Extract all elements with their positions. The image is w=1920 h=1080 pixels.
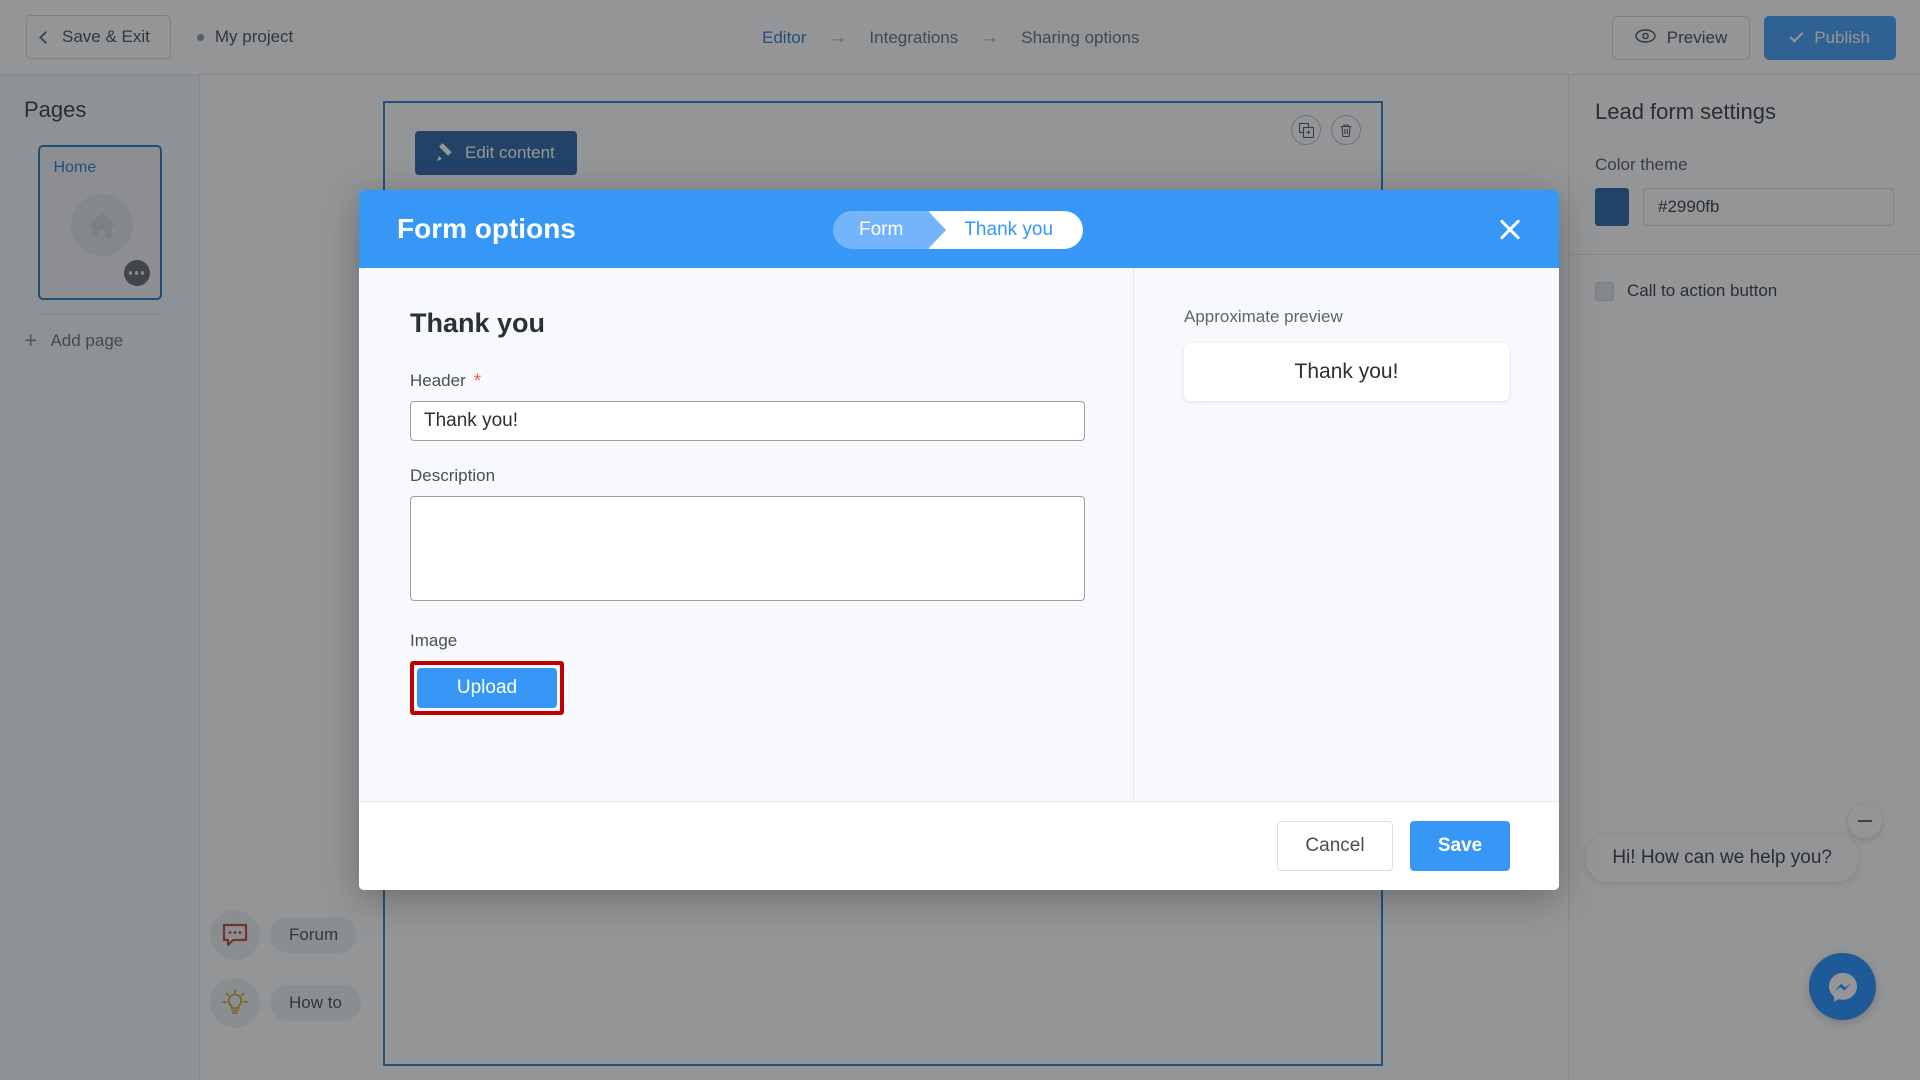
form-column: Thank you Header * Description Image xyxy=(359,268,1134,801)
upload-highlight: Upload xyxy=(410,661,564,715)
image-field-label: Image xyxy=(410,631,1133,651)
upload-button[interactable]: Upload xyxy=(417,668,557,708)
header-label-text: Header xyxy=(410,371,466,390)
modal-body: Thank you Header * Description Image xyxy=(359,268,1559,802)
close-icon[interactable] xyxy=(1495,214,1525,244)
modal-footer: Cancel Save xyxy=(359,802,1559,890)
preview-card: Thank you! xyxy=(1184,343,1509,401)
section-heading: Thank you xyxy=(410,308,546,338)
header-field-label: Header * xyxy=(410,371,1133,391)
description-textarea[interactable] xyxy=(410,496,1085,601)
description-label-text: Description xyxy=(410,466,496,485)
image-label-text: Image xyxy=(410,631,458,650)
description-field: Description xyxy=(410,466,1133,606)
cancel-button[interactable]: Cancel xyxy=(1277,821,1393,871)
required-asterisk: * xyxy=(473,370,482,392)
description-field-label: Description xyxy=(410,466,1133,486)
image-field: Image Upload xyxy=(410,631,1133,715)
preview-label: Approximate preview xyxy=(1184,307,1343,326)
modal-header: Form options Form Thank you xyxy=(359,190,1559,268)
form-options-modal: Form options Form Thank you Thank you He… xyxy=(359,190,1559,890)
tab-form[interactable]: Form xyxy=(833,211,947,249)
header-field: Header * xyxy=(410,371,1133,441)
tab-thank-you[interactable]: Thank you xyxy=(927,211,1084,249)
save-button[interactable]: Save xyxy=(1410,821,1510,871)
modal-title: Form options xyxy=(397,213,576,244)
modal-step-tabs: Form Thank you xyxy=(833,211,1084,249)
header-input[interactable] xyxy=(410,401,1085,441)
preview-column: Approximate preview Thank you! xyxy=(1134,268,1559,801)
